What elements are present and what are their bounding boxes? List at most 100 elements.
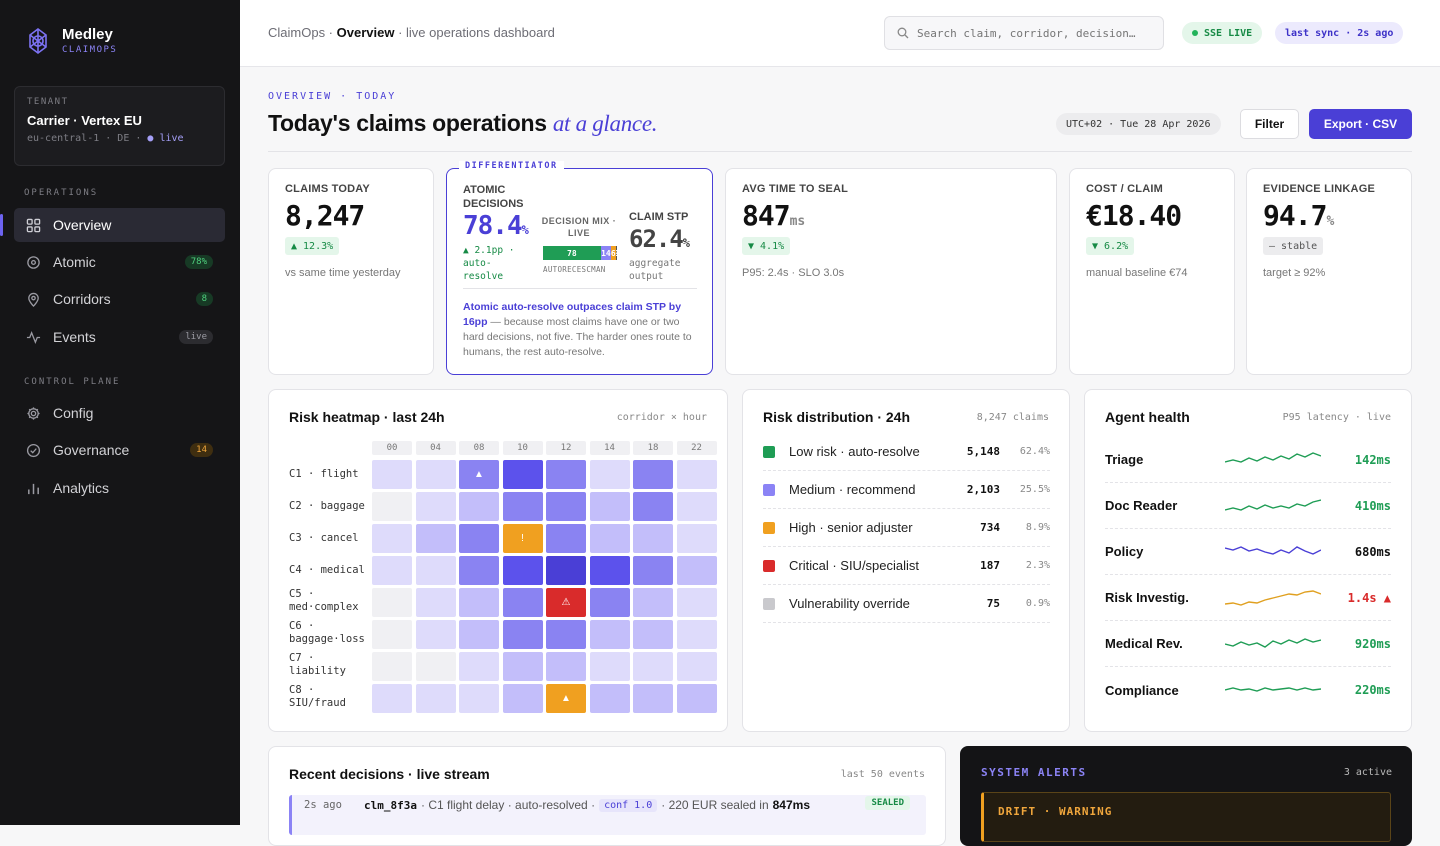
heatmap-cell[interactable] <box>546 620 586 649</box>
sidebar-item-events[interactable]: Events live <box>14 320 225 354</box>
heatmap-cell[interactable] <box>589 652 630 681</box>
heatmap-cell[interactable] <box>415 492 456 521</box>
heatmap-cell[interactable] <box>502 588 543 617</box>
sidebar-item-atomic[interactable]: Atomic 78% <box>14 245 225 279</box>
sidebar-item-overview[interactable]: Overview <box>0 208 225 242</box>
heatmap-cell[interactable] <box>502 460 543 489</box>
search-input[interactable] <box>917 26 1147 40</box>
heatmap-cell[interactable] <box>459 492 499 521</box>
heatmap-cell[interactable] <box>589 684 630 713</box>
breadcrumb-root[interactable]: ClaimOps · <box>268 25 333 40</box>
heatmap-cell[interactable] <box>502 652 543 681</box>
heatmap-cell[interactable]: ⚠ <box>546 588 586 617</box>
sidebar-item-corridors[interactable]: Corridors 8 <box>14 282 225 316</box>
heatmap-cell[interactable] <box>589 460 630 489</box>
heatmap-cell[interactable] <box>633 556 673 585</box>
heatmap-cell[interactable] <box>459 588 499 617</box>
sidebar-item-governance[interactable]: Governance 14 <box>14 433 225 467</box>
kpi-cost-per-claim[interactable]: COST / CLAIM €18.40 ▼ 6.2% manual baseli… <box>1069 168 1235 375</box>
heatmap-cell[interactable] <box>589 492 630 521</box>
sidebar-item-analytics[interactable]: Analytics <box>14 471 225 505</box>
heatmap-cell[interactable] <box>676 652 717 681</box>
heatmap-cell[interactable] <box>372 492 412 521</box>
heatmap-cell[interactable] <box>415 684 456 713</box>
heatmap-cell[interactable] <box>633 524 673 553</box>
tenant-switcher[interactable]: TENANT Carrier · Vertex EU eu-central-1 … <box>14 86 225 166</box>
heatmap-cell[interactable] <box>372 524 412 553</box>
agent-row[interactable]: Doc Reader 410ms <box>1105 483 1391 529</box>
heatmap-cell[interactable] <box>633 684 673 713</box>
agent-row[interactable]: Policy 680ms <box>1105 529 1391 575</box>
kpi-atomic-decisions[interactable]: DIFFERENTIATOR ATOMIC DECISIONS 78.4% ▲ … <box>446 161 713 375</box>
claim-stp-value: 62.4% <box>629 225 690 253</box>
heatmap-cell[interactable] <box>589 524 630 553</box>
heatmap-cell[interactable] <box>546 460 586 489</box>
heatmap-cell[interactable] <box>502 620 543 649</box>
heatmap-cell[interactable]: ▲ <box>459 460 499 489</box>
agent-name: Policy <box>1105 544 1144 559</box>
heatmap-cell[interactable] <box>676 588 717 617</box>
heatmap-cell[interactable] <box>546 524 586 553</box>
heatmap-cell[interactable] <box>459 652 499 681</box>
heatmap-cell[interactable]: ▲ <box>546 684 586 713</box>
heatmap-cell[interactable] <box>676 524 717 553</box>
risk-row[interactable]: Medium · recommend 2,103 25.5% <box>763 471 1050 509</box>
heatmap-cell[interactable] <box>415 460 456 489</box>
alert-item[interactable]: DRIFT · WARNING <box>981 792 1391 842</box>
heatmap-cell[interactable] <box>415 556 456 585</box>
heatmap-cell[interactable] <box>633 492 673 521</box>
sse-live-badge: SSE LIVE <box>1182 22 1263 44</box>
risk-row[interactable]: Low risk · auto-resolve 5,148 62.4% <box>763 433 1050 471</box>
heatmap-cell[interactable] <box>372 588 412 617</box>
check-circle-icon <box>26 443 41 457</box>
heatmap-cell[interactable] <box>372 684 412 713</box>
heatmap-cell[interactable] <box>676 684 717 713</box>
filter-button[interactable]: Filter <box>1240 109 1299 139</box>
heatmap-cell[interactable] <box>372 460 412 489</box>
agent-row[interactable]: Medical Rev. 920ms <box>1105 621 1391 667</box>
heatmap-cell[interactable] <box>459 620 499 649</box>
heatmap-cell[interactable] <box>633 652 673 681</box>
heatmap-cell[interactable] <box>589 556 630 585</box>
export-csv-button[interactable]: Export · CSV <box>1309 109 1412 139</box>
risk-row[interactable]: Critical · SIU/specialist 187 2.3% <box>763 547 1050 585</box>
risk-row[interactable]: High · senior adjuster 734 8.9% <box>763 509 1050 547</box>
heatmap-cell[interactable] <box>633 620 673 649</box>
heatmap-cell[interactable] <box>676 620 717 649</box>
search-box[interactable] <box>884 16 1164 50</box>
heatmap-cell[interactable] <box>676 492 717 521</box>
brand[interactable]: Medley CLAIMOPS <box>24 26 117 55</box>
heatmap-cell[interactable] <box>415 652 456 681</box>
heatmap-cell[interactable] <box>676 556 717 585</box>
heatmap-cell[interactable] <box>589 620 630 649</box>
heatmap-cell[interactable] <box>502 556 543 585</box>
heatmap-cell[interactable] <box>459 556 499 585</box>
heatmap-cell[interactable] <box>372 620 412 649</box>
decision-row[interactable]: 2s ago clm_8f3a · C1 flight delay · auto… <box>289 795 926 835</box>
heatmap-cell[interactable] <box>372 556 412 585</box>
sidebar-item-config[interactable]: Config <box>14 396 225 430</box>
heatmap-cell[interactable] <box>633 588 673 617</box>
heatmap-cell[interactable] <box>676 460 717 489</box>
heatmap-cell[interactable] <box>459 684 499 713</box>
heatmap-cell[interactable] <box>546 492 586 521</box>
heatmap-cell[interactable] <box>415 588 456 617</box>
heatmap-cell[interactable] <box>459 524 499 553</box>
heatmap-cell[interactable] <box>502 684 543 713</box>
heatmap-cell[interactable] <box>415 524 456 553</box>
heatmap-cell[interactable]: ! <box>502 524 543 553</box>
risk-row[interactable]: Vulnerability override 75 0.9% <box>763 585 1050 623</box>
kpi-evidence-linkage[interactable]: EVIDENCE LINKAGE 94.7% — stable target ≥… <box>1246 168 1412 375</box>
heatmap-cell[interactable] <box>502 492 543 521</box>
heatmap-cell[interactable] <box>372 652 412 681</box>
kpi-avg-time-to-seal[interactable]: AVG TIME TO SEAL 847ms ▼ 4.1% P95: 2.4s … <box>725 168 1057 375</box>
heatmap-cell[interactable] <box>546 652 586 681</box>
kpi-claims-today[interactable]: CLAIMS TODAY 8,247 ▲ 12.3% vs same time … <box>268 168 434 375</box>
agent-row[interactable]: Compliance 220ms <box>1105 667 1391 713</box>
heatmap-cell[interactable] <box>633 460 673 489</box>
heatmap-cell[interactable] <box>415 620 456 649</box>
agent-row[interactable]: Risk Investig. 1.4s ▲ <box>1105 575 1391 621</box>
agent-row[interactable]: Triage 142ms <box>1105 437 1391 483</box>
heatmap-cell[interactable] <box>589 588 630 617</box>
heatmap-cell[interactable] <box>546 556 586 585</box>
